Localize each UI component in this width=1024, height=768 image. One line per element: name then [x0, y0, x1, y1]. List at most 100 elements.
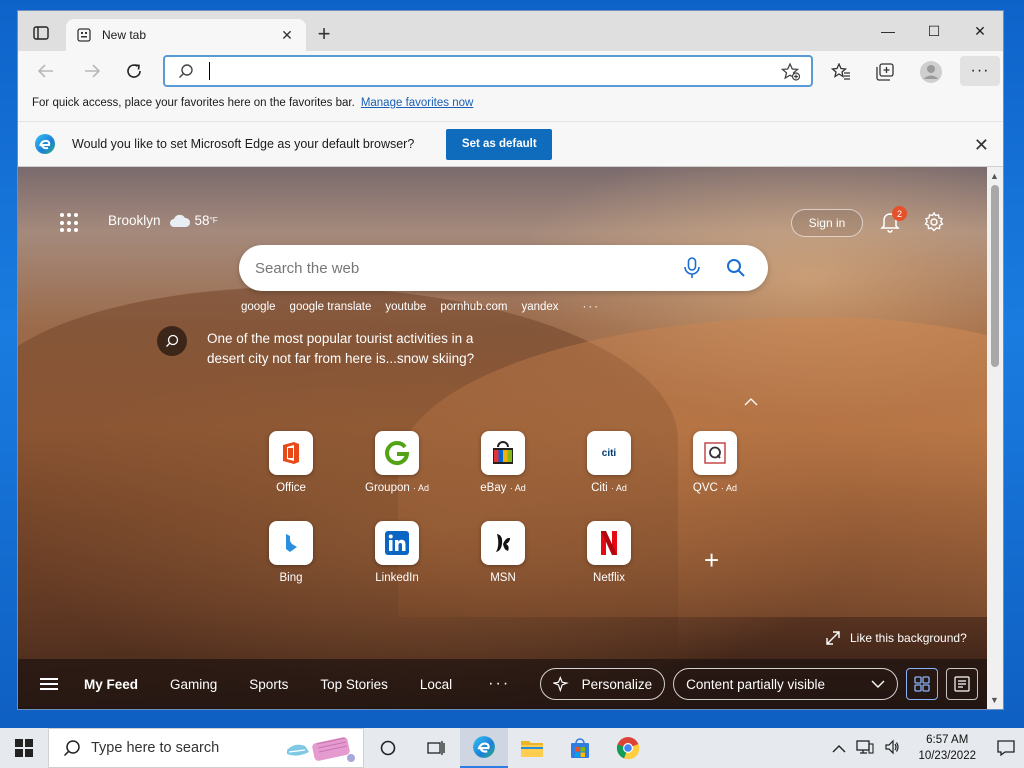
quick-link-citi[interactable]: citi Citi · Ad: [569, 431, 649, 494]
content-visibility-dropdown[interactable]: Content partially visible: [673, 668, 899, 700]
notifications-button[interactable]: 2: [880, 206, 907, 233]
tab-close-button[interactable]: ✕: [278, 27, 296, 44]
taskbar: Type here to search 6:57 AM 10/23/2022: [0, 728, 1024, 768]
add-quick-link-button[interactable]: +: [704, 545, 719, 576]
tab-local[interactable]: Local: [420, 677, 452, 692]
set-as-default-button[interactable]: Set as default: [446, 128, 553, 160]
like-background-button[interactable]: Like this background?: [826, 631, 967, 645]
task-view-timeline-button[interactable]: [412, 728, 460, 768]
trending-more-button[interactable]: ···: [583, 301, 601, 313]
page-settings-button[interactable]: [923, 211, 945, 233]
trending-search-link[interactable]: yandex: [521, 301, 558, 313]
search-submit-icon[interactable]: [726, 258, 746, 278]
infobar-close-button[interactable]: ✕: [974, 135, 989, 156]
trending-search-link[interactable]: google translate: [290, 301, 372, 313]
collapse-tiles-chevron-icon[interactable]: [744, 393, 758, 409]
grid-layout-button[interactable]: [906, 668, 939, 700]
edge-logo-icon: [35, 134, 55, 154]
quick-link-qvc[interactable]: QVC · Ad: [675, 431, 755, 494]
clock-date: 10/23/2022: [918, 750, 976, 762]
fact-search-button[interactable]: [157, 326, 187, 356]
maximize-button[interactable]: ☐: [911, 11, 957, 51]
tab-actions-button[interactable]: [26, 20, 56, 46]
forward-button[interactable]: [78, 58, 106, 84]
weather-widget[interactable]: Brooklyn 58 °F: [108, 213, 218, 228]
trending-search-link[interactable]: pornhub.com: [440, 301, 507, 313]
profile-button[interactable]: [918, 59, 944, 85]
clock-time: 6:57 AM: [926, 734, 969, 746]
add-favorite-button[interactable]: [780, 62, 801, 84]
volume-icon[interactable]: [884, 739, 900, 758]
default-browser-infobar: Would you like to set Microsoft Edge as …: [18, 121, 1003, 167]
bing-icon: [269, 521, 313, 565]
action-center-button[interactable]: [988, 739, 1024, 757]
personalize-button[interactable]: Personalize: [540, 668, 666, 700]
start-button[interactable]: [0, 728, 48, 768]
quick-link-bing[interactable]: Bing: [251, 521, 331, 584]
taskbar-search-box[interactable]: Type here to search: [48, 728, 364, 768]
manage-favorites-link[interactable]: Manage favorites now: [361, 97, 474, 109]
quick-link-groupon[interactable]: Groupon · Ad: [357, 431, 437, 494]
quick-link-office[interactable]: Office: [251, 431, 331, 494]
weather-temperature: 58: [194, 213, 210, 228]
quick-link-msn[interactable]: MSN: [463, 521, 543, 584]
collections-button[interactable]: [872, 59, 898, 85]
taskbar-file-explorer-app[interactable]: [508, 728, 556, 768]
quick-link-netflix[interactable]: Netflix: [569, 521, 649, 584]
browser-toolbar: ···: [18, 51, 1003, 91]
trending-search-link[interactable]: youtube: [385, 301, 426, 313]
ad-label: · Ad: [509, 483, 526, 493]
task-view-button[interactable]: [364, 728, 412, 768]
tab-sports[interactable]: Sports: [249, 677, 288, 692]
page-scrollbar[interactable]: ▲ ▼: [987, 167, 1003, 709]
tab-my-feed[interactable]: My Feed: [84, 677, 138, 692]
quick-link-ebay[interactable]: eBay · Ad: [463, 431, 543, 494]
notification-badge: 2: [892, 206, 907, 221]
menu-hamburger-icon[interactable]: [40, 675, 58, 693]
avatar-icon: [920, 61, 942, 83]
network-icon[interactable]: [856, 739, 874, 758]
new-tab-page: Brooklyn 58 °F Sign in 2 Search the web g…: [18, 167, 988, 709]
browser-window: New tab ✕ + — ☐ ✕ ··· For quick access, …: [17, 10, 1004, 710]
tab-new-tab[interactable]: New tab ✕: [66, 19, 306, 51]
minimize-button[interactable]: —: [865, 11, 911, 51]
search-icon: [63, 740, 80, 757]
taskbar-store-app[interactable]: [556, 728, 604, 768]
show-hidden-icons-chevron-icon[interactable]: [832, 741, 846, 756]
list-layout-button[interactable]: [946, 668, 979, 700]
microphone-icon[interactable]: [682, 257, 702, 279]
tab-gaming[interactable]: Gaming: [170, 677, 217, 692]
refresh-button[interactable]: [120, 58, 148, 84]
scrollbar-thumb[interactable]: [991, 185, 999, 367]
close-window-button[interactable]: ✕: [957, 11, 1003, 51]
tab-title: New tab: [102, 28, 147, 42]
scroll-down-arrow-icon[interactable]: ▼: [990, 695, 999, 705]
sparkle-star-icon: [553, 676, 569, 693]
feed-more-button[interactable]: ···: [488, 675, 510, 693]
sign-in-button[interactable]: Sign in: [791, 209, 863, 237]
settings-more-button[interactable]: ···: [960, 56, 1000, 86]
taskbar-edge-app[interactable]: [460, 728, 508, 768]
web-search-box[interactable]: Search the web: [239, 245, 768, 291]
search-highlight-illustration-icon[interactable]: [283, 730, 359, 766]
window-controls: — ☐ ✕: [865, 11, 1003, 51]
address-bar[interactable]: [163, 55, 813, 87]
citi-icon: citi: [587, 431, 631, 475]
back-button[interactable]: [32, 58, 60, 84]
new-tab-button[interactable]: +: [312, 23, 336, 47]
back-arrow-icon: [37, 64, 53, 78]
taskbar-chrome-app[interactable]: [604, 728, 652, 768]
favorites-button[interactable]: [828, 59, 854, 85]
trending-search-link[interactable]: google: [241, 301, 276, 313]
tab-top-stories[interactable]: Top Stories: [320, 677, 388, 692]
system-clock[interactable]: 6:57 AM 10/23/2022: [918, 732, 976, 764]
ad-label: · Ad: [610, 483, 627, 493]
background-fact[interactable]: One of the most popular tourist activiti…: [207, 329, 477, 369]
taskbar-search-placeholder: Type here to search: [91, 740, 220, 756]
quick-link-linkedin[interactable]: LinkedIn: [357, 521, 437, 584]
folder-icon: [521, 741, 543, 757]
infobar-message: Would you like to set Microsoft Edge as …: [72, 137, 415, 151]
app-launcher-icon[interactable]: [60, 213, 80, 233]
weather-location: Brooklyn: [108, 213, 161, 228]
scroll-up-arrow-icon[interactable]: ▲: [990, 171, 999, 181]
